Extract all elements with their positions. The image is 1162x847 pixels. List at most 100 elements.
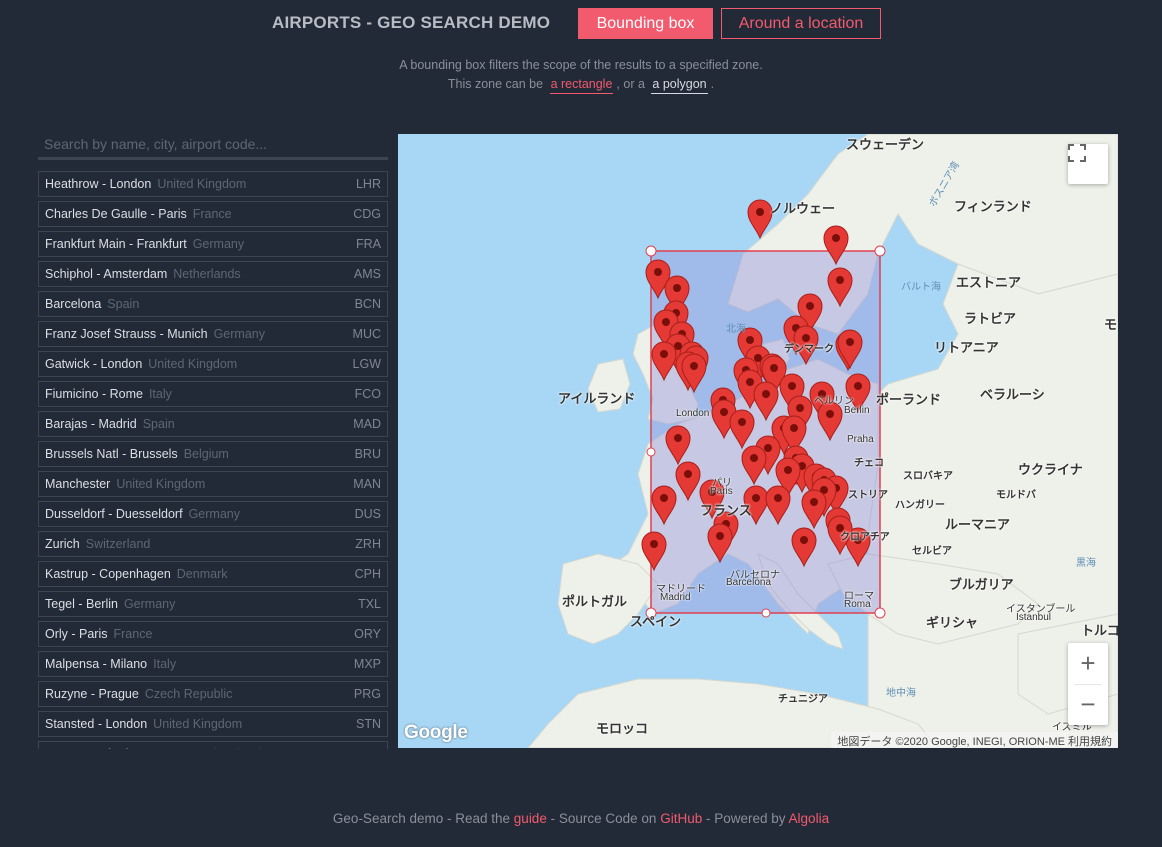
airport-code: MAN [353, 477, 381, 491]
label-tunisia: チュニジア [778, 694, 828, 705]
airport-name: Gatwick - London [45, 357, 143, 371]
label-finland: フィンランド [954, 199, 1032, 214]
airport-list-item[interactable]: Franz Josef Strauss - Munich Germany MUC [38, 321, 388, 347]
airport-list-item[interactable]: Schiphol - Amsterdam Netherlands AMS [38, 261, 388, 287]
airport-list-item[interactable]: Malpensa - Milano Italy MXP [38, 651, 388, 677]
label-hungary: ハンガリー [895, 500, 945, 511]
label-north-sea: 北海 [726, 324, 746, 335]
label-austria: ストリア [848, 490, 888, 501]
label-baltic-sea: バルト海 [901, 282, 941, 293]
polygon-link[interactable]: a polygon [651, 77, 708, 94]
airport-list-item[interactable]: Kastrup - Copenhagen Denmark CPH [38, 561, 388, 587]
airport-country: Germany [213, 327, 265, 341]
description-line-1: A bounding box filters the scope of the … [399, 58, 763, 72]
airport-code: MAD [353, 417, 381, 431]
airport-list-item[interactable]: Dusseldorf - Duesseldorf Germany DUS [38, 501, 388, 527]
zoom-out-button[interactable]: − [1068, 684, 1108, 725]
label-norway: ノルウェー [770, 201, 836, 216]
description-prefix: This zone can be [447, 77, 544, 91]
airport-name: Barajas - Madrid [45, 417, 137, 431]
airport-name: Schiphol - Amsterdam [45, 267, 168, 281]
airport-list-item[interactable]: Stansted - London United Kingdom STN [38, 711, 388, 737]
guide-link[interactable]: guide [514, 811, 547, 826]
airport-list-item[interactable]: Barajas - Madrid Spain MAD [38, 411, 388, 437]
airport-list-item[interactable]: Geneva Cointrin - Geneva Switzerland GVA [38, 741, 388, 749]
label-roma: Roma [844, 599, 871, 610]
map-canvas[interactable] [398, 134, 1118, 748]
label-spain: スペイン [630, 614, 682, 629]
airport-code: FCO [354, 387, 381, 401]
footer-middle: - Source Code on [550, 811, 657, 826]
label-london: London [676, 408, 710, 419]
airport-code: FRA [356, 237, 381, 251]
label-praha: Praha [847, 434, 874, 445]
page-title: AIRPORTS - GEO SEARCH DEMO [272, 13, 551, 32]
fullscreen-button[interactable] [1068, 144, 1108, 184]
airport-code: MXP [353, 657, 381, 671]
airport-list-item[interactable]: Barcelona Spain BCN [38, 291, 388, 317]
airport-country: France [192, 207, 232, 221]
around-location-button[interactable]: Around a location [721, 8, 881, 39]
airport-list-item[interactable]: Tegel - Berlin Germany TXL [38, 591, 388, 617]
label-greece: ギリシャ [926, 615, 979, 630]
bounding-box-button[interactable]: Bounding box [578, 8, 713, 39]
label-ireland: アイルランド [558, 391, 636, 406]
airport-name: Kastrup - Copenhagen [45, 567, 171, 581]
label-barcelona: Barcelona [726, 577, 772, 588]
airport-code: MUC [352, 327, 381, 341]
footer-powered: - Powered by [705, 811, 786, 826]
airport-country: United Kingdom [153, 717, 243, 731]
airport-name: Charles De Gaulle - Paris [45, 207, 187, 221]
airport-code: TXL [358, 597, 381, 611]
label-istanbul: Istanbul [1016, 612, 1052, 623]
airport-country: Czech Republic [144, 687, 233, 701]
airport-code: PRG [353, 687, 381, 701]
fullscreen-icon [1068, 144, 1086, 162]
airport-list-item[interactable]: Zurich Switzerland ZRH [38, 531, 388, 557]
label-serbia: セルビア [912, 546, 952, 557]
airport-name: Frankfurt Main - Frankfurt [45, 237, 187, 251]
map-attribution[interactable]: 地図データ ©2020 Google, INEGI, ORION-ME 利用規約 [831, 732, 1118, 748]
airport-country: Switzerland [196, 747, 261, 749]
rectangle-link[interactable]: a rectangle [549, 77, 614, 94]
label-poland: ポーランド [876, 392, 942, 407]
airport-list-item[interactable]: Ruzyne - Prague Czech Republic PRG [38, 681, 388, 707]
airport-list-item[interactable]: Frankfurt Main - Frankfurt Germany FRA [38, 231, 388, 257]
label-belarus: ベラルーシ [980, 387, 1045, 402]
label-morocco: モロッコ [596, 721, 649, 736]
github-link[interactable]: GitHub [660, 811, 702, 826]
airport-name: Stansted - London [45, 717, 148, 731]
airport-code: ORY [354, 627, 381, 641]
airport-code: LGW [352, 357, 381, 371]
map[interactable]: スウェーデン ノルウェー フィンランド エストニア ラトビア リトアニア ベラル… [398, 134, 1118, 748]
airport-list-item[interactable]: Brussels Natl - Brussels Belgium BRU [38, 441, 388, 467]
airport-code: CPH [354, 567, 381, 581]
airport-country: Germany [123, 597, 176, 611]
airport-name: Barcelona [45, 297, 102, 311]
airport-name: Brussels Natl - Brussels [45, 447, 178, 461]
label-czech: チェコ [854, 458, 884, 469]
airport-name: Geneva Cointrin - Geneva [45, 747, 190, 749]
airport-list-item[interactable]: Gatwick - London United Kingdom LGW [38, 351, 388, 377]
airport-list-item[interactable]: Orly - Paris France ORY [38, 621, 388, 647]
airport-list-item[interactable]: Charles De Gaulle - Paris France CDG [38, 201, 388, 227]
airport-country: United Kingdom [116, 477, 206, 491]
airport-list-item[interactable]: Manchester United Kingdom MAN [38, 471, 388, 497]
label-mo: モ [1104, 317, 1118, 332]
search-input[interactable] [38, 130, 388, 160]
airport-list-item[interactable]: Heathrow - London United Kingdom LHR [38, 171, 388, 197]
airport-code: CDG [353, 207, 381, 221]
algolia-link[interactable]: Algolia [789, 811, 830, 826]
airport-name: Tegel - Berlin [45, 597, 118, 611]
airport-name: Orly - Paris [45, 627, 108, 641]
label-lithuania: リトアニア [934, 340, 999, 355]
label-slovakia: スロバキア [903, 471, 953, 482]
airport-country: Germany [188, 507, 240, 521]
label-turkey: トルコ [1081, 623, 1118, 638]
description-middle: , or a [616, 77, 645, 91]
airport-name: Zurich [45, 537, 80, 551]
airport-code: BCN [354, 297, 381, 311]
airport-list-item[interactable]: Fiumicino - Rome Italy FCO [38, 381, 388, 407]
airport-list[interactable]: Heathrow - London United Kingdom LHR Charle… [38, 171, 388, 749]
zoom-in-button[interactable]: + [1068, 643, 1108, 684]
